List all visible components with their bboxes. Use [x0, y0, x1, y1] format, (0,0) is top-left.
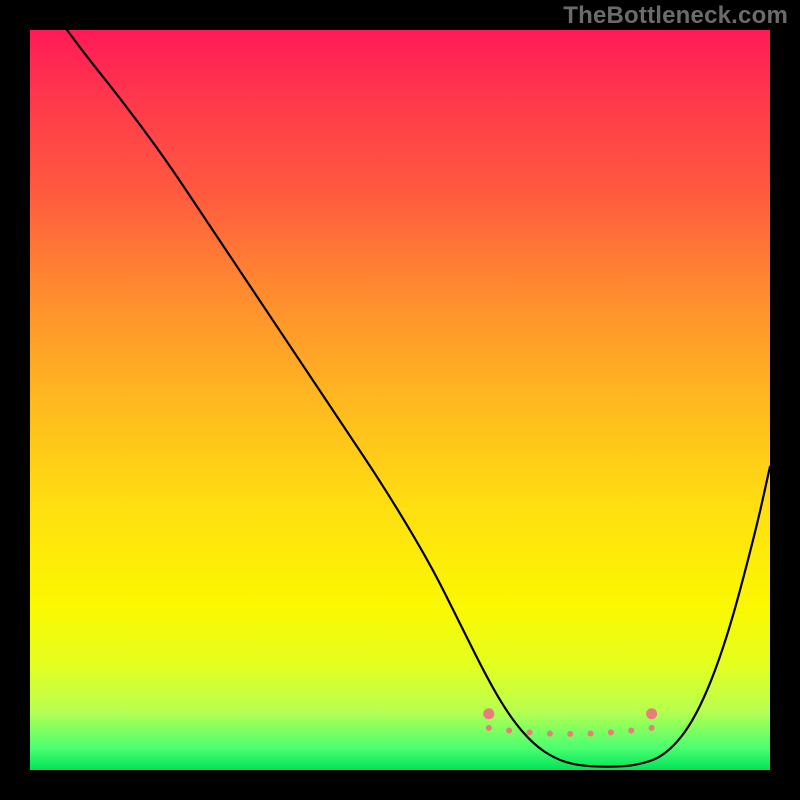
- highlight-mid-dot: [588, 730, 594, 736]
- highlight-mid-dot: [608, 729, 614, 735]
- highlight-mid-dot: [506, 727, 512, 733]
- watermark-text: TheBottleneck.com: [563, 2, 788, 30]
- chart-frame: TheBottleneck.com: [0, 0, 800, 800]
- plot-area: [30, 30, 770, 770]
- highlight-end-dot: [483, 708, 494, 719]
- highlight-mid-dot: [628, 727, 634, 733]
- highlight-mid-dot: [527, 729, 533, 735]
- highlight-mid-dot: [567, 731, 573, 737]
- curve-path: [67, 30, 770, 767]
- highlight-mid-dot: [486, 725, 492, 731]
- highlight-mid-dot: [649, 725, 655, 731]
- chart-overlay: [30, 30, 770, 770]
- highlight-end-dot: [646, 708, 657, 719]
- curve-path-group: [67, 30, 770, 767]
- highlight-mid-dot: [547, 730, 553, 736]
